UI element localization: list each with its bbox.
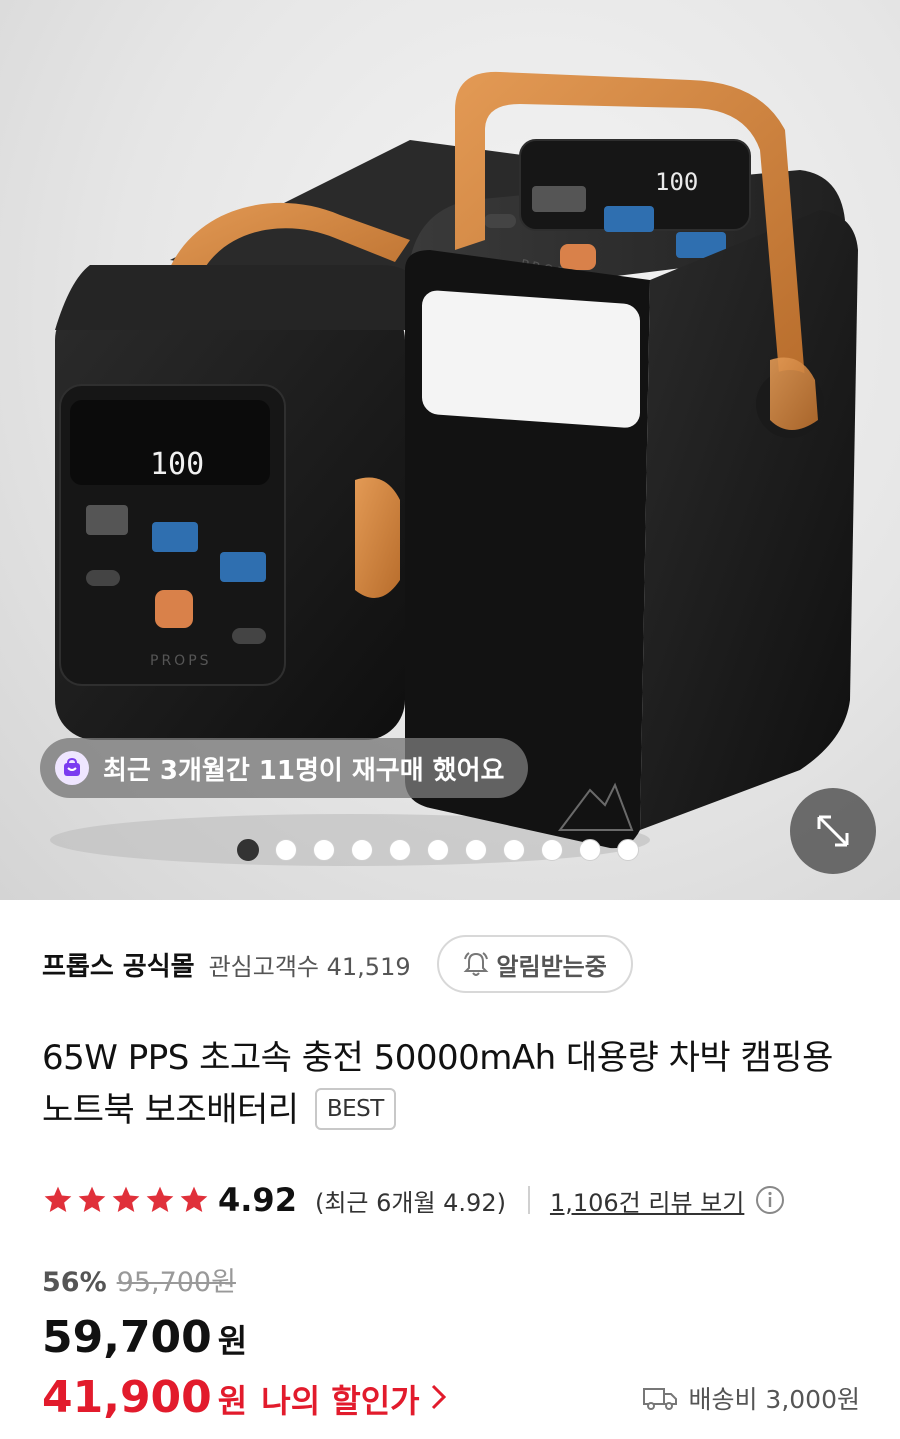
carousel-dot[interactable] [313,839,335,861]
original-price-row: 56% 95,700원 [42,1260,236,1299]
sale-price-currency: 원 [217,1322,248,1360]
original-price: 95,700원 [116,1267,236,1298]
carousel-dot[interactable] [237,839,259,861]
shipping-info: 배송비 3,000원 [642,1380,860,1416]
carousel-dot[interactable] [465,839,487,861]
rebuy-badge: 최근 3개월간 11명이 재구매 했어요 [40,738,528,798]
bell-icon [463,952,489,976]
carousel-dot[interactable] [617,839,639,861]
reviews-link[interactable]: 1,106건 리뷰 보기 [550,1183,744,1218]
carousel-dot[interactable] [389,839,411,861]
product-image-carousel[interactable]: 100 PROPS 100 PROPS [0,0,900,900]
rebuy-text: 최근 3개월간 11명이 재구매 했어요 [103,755,505,786]
star-icon [44,1186,72,1212]
followers-number: 41,519 [326,952,411,981]
star-icon [78,1186,106,1212]
my-discount-label: 나의 할인가 [261,1382,420,1420]
best-badge: BEST [314,1087,396,1130]
star-rating [42,1184,210,1216]
display-readout-right: 100 [655,168,698,196]
display-readout-left: 100 [150,447,204,482]
discount-rate: 56% [42,1267,107,1298]
notification-label: 알림받는중 [496,952,607,981]
carousel-dot[interactable] [351,839,373,861]
star-icon [146,1186,174,1212]
carousel-dot[interactable] [427,839,449,861]
expand-image-button[interactable] [790,788,876,874]
shopping-bag-icon [55,751,89,785]
my-discount-price: 41,900 [42,1372,212,1423]
followers-count: 관심고객수 41,519 [209,947,411,982]
carousel-dot[interactable] [503,839,525,861]
carousel-dot[interactable] [579,839,601,861]
rating-row: 4.92 (최근 6개월 4.92) 1,106건 리뷰 보기 [42,1176,872,1224]
truck-icon [643,1388,678,1410]
notification-button[interactable]: 알림받는중 [436,935,633,993]
sale-price: 59,700 [42,1312,212,1363]
rating-score: 4.92 [218,1181,297,1219]
star-icon [112,1186,140,1212]
info-icon[interactable] [754,1184,786,1216]
carousel-dot[interactable] [541,839,563,861]
carousel-dot[interactable] [275,839,297,861]
product-title-text: 65W PPS 초고속 충전 50000mAh 대용량 차박 캠핑용 노트북 보… [42,1038,833,1130]
sale-price-row: 59,700 원 [42,1312,247,1363]
chevron-right-icon [431,1384,446,1410]
brand-print-left: PROPS [150,653,212,669]
product-title: 65W PPS 초고속 충전 50000mAh 대용량 차박 캠핑용 노트북 보… [42,1032,862,1136]
divider [527,1186,530,1214]
recent-rating: (최근 6개월 4.92) [314,1188,506,1217]
expand-icon [817,815,849,847]
star-icon [180,1186,208,1212]
shipping-fee: 배송비 3,000원 [688,1385,860,1414]
my-discount-currency: 원 [217,1382,248,1420]
followers-label: 관심고객수 [208,952,319,981]
store-info-row: 프롭스 공식몰 관심고객수 41,519 알림받는중 [42,934,862,994]
carousel-indicator [237,839,639,861]
store-name-link[interactable]: 프롭스 공식몰 [42,946,195,983]
my-discount-price-row[interactable]: 41,900 원 나의 할인가 [42,1372,450,1423]
